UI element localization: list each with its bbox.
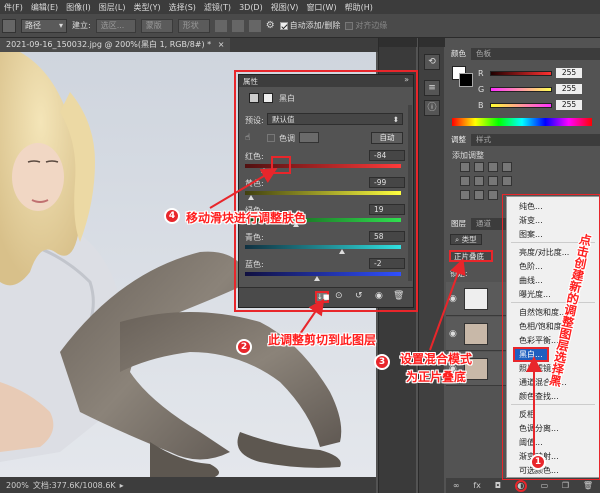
annotation-number-2: 2 bbox=[236, 339, 252, 355]
annotation-text-2: 此调整剪切到此图层 bbox=[268, 333, 377, 347]
arrow-4 bbox=[209, 167, 278, 209]
arrow-3 bbox=[429, 258, 466, 351]
annotation-text-4: 移动滑块进行调整肤色 bbox=[186, 211, 307, 225]
annotation-number-3: 3 bbox=[374, 354, 390, 370]
annotation-text-3-line1: 设置混合模式 bbox=[400, 352, 473, 366]
annotation-number-1: 1 bbox=[530, 454, 546, 470]
arrow-2 bbox=[299, 298, 325, 335]
annotation-number-4: 4 bbox=[164, 208, 180, 224]
annotation-arrows bbox=[209, 167, 542, 458]
annotation-text-3-line2: 为正片叠底 bbox=[406, 370, 467, 384]
